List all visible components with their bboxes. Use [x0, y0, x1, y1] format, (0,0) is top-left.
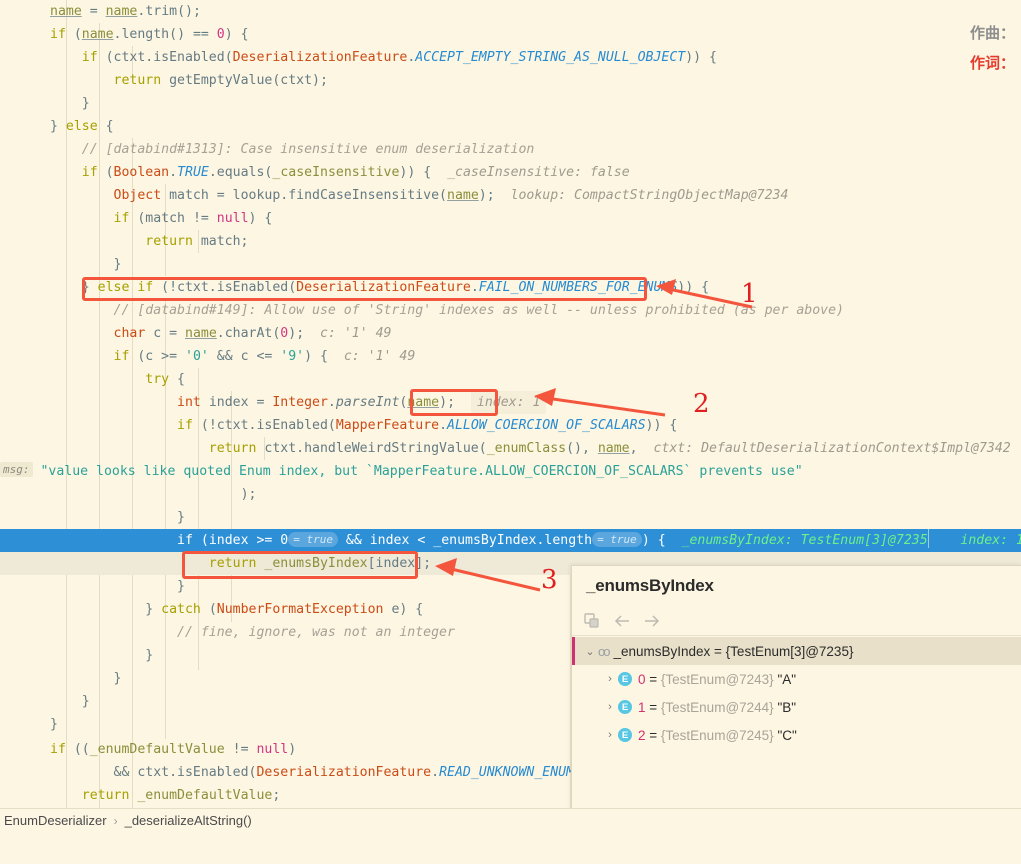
variable-value: {TestEnum[3]@7235}: [725, 643, 854, 659]
code-line-parse-int[interactable]: int index = Integer.parseInt(name); inde…: [0, 391, 1021, 414]
code-line[interactable]: }: [0, 506, 1021, 529]
annotation-number-2: 2: [693, 389, 710, 419]
debugger-variable-tree[interactable]: ⌄ oo _enumsByIndex = {TestEnum[3]@7235} …: [572, 637, 1021, 749]
annotation-number-3: 3: [541, 565, 558, 595]
enums-by-index-hint: _enumsByIndex: TestEnum[3]@7235: [681, 533, 928, 548]
enum-badge-icon: E: [618, 728, 632, 742]
code-line[interactable]: } else {: [0, 115, 1021, 138]
chevron-down-icon[interactable]: ⌄: [582, 645, 598, 658]
code-line[interactable]: if (Boolean.TRUE.equals(_caseInsensitive…: [0, 161, 1021, 184]
code-line[interactable]: );: [0, 483, 1021, 506]
enum-badge-icon: E: [618, 700, 632, 714]
array-icon: oo: [598, 643, 611, 659]
watermark-composer: 作曲：: [969, 24, 1015, 42]
breadcrumb-item-class[interactable]: EnumDeserializer: [4, 813, 107, 828]
code-line[interactable]: return getEmptyValue(ctxt);: [0, 69, 1021, 92]
code-line[interactable]: try {: [0, 368, 1021, 391]
chevron-right-icon[interactable]: ›: [602, 673, 618, 685]
copy-value-icon[interactable]: [582, 611, 602, 631]
code-line[interactable]: return match;: [0, 230, 1021, 253]
status-bar: EnumDeserializer › _deserializeAltString…: [0, 808, 1021, 864]
array-index: 2: [638, 727, 646, 743]
chevron-right-icon[interactable]: ›: [602, 701, 618, 713]
code-line[interactable]: if (match != null) {: [0, 207, 1021, 230]
object-reference: {TestEnum@7245}: [660, 727, 774, 743]
variable-name: _enumsByIndex: [613, 643, 711, 659]
debugger-tree-row[interactable]: › E 0 = {TestEnum@7243} "A": [572, 665, 1021, 693]
debugger-popup-title: _enumsByIndex: [586, 576, 714, 595]
condition-true-chip: = true: [592, 532, 642, 547]
debugger-tree-row[interactable]: ⌄ oo _enumsByIndex = {TestEnum[3]@7235}: [572, 637, 1021, 665]
value-string: "B": [773, 699, 797, 715]
equals-sign: =: [710, 643, 726, 659]
code-line[interactable]: return ctxt.handleWeirdStringValue(_enum…: [0, 437, 1021, 460]
debugger-popup-toolbar[interactable]: [572, 606, 1021, 636]
code-line[interactable]: if (c >= '0' && c <= '9') { c: '1' 49: [0, 345, 1021, 368]
code-line-fail-on-numbers-for-enums[interactable]: } else if (!ctxt.isEnabled(Deserializati…: [0, 276, 1021, 299]
code-line[interactable]: if (ctxt.isEnabled(DeserializationFeatur…: [0, 46, 1021, 69]
annotation-number-1: 1: [741, 279, 758, 309]
watermark: 作曲： 作词：: [970, 18, 1015, 78]
condition-true-chip: = true: [288, 532, 338, 547]
code-line[interactable]: }: [0, 253, 1021, 276]
code-line[interactable]: name = name.trim();: [0, 0, 1021, 23]
code-line[interactable]: if (name.length() == 0) {: [0, 23, 1021, 46]
code-line-msg-hint[interactable]: msg: "value looks like quoted Enum index…: [0, 460, 1021, 483]
object-reference: {TestEnum@7243}: [660, 671, 774, 687]
arrow-right-icon[interactable]: [642, 611, 662, 631]
chevron-right-icon[interactable]: ›: [602, 729, 618, 741]
breadcrumb[interactable]: EnumDeserializer › _deserializeAltString…: [4, 813, 252, 828]
breadcrumb-separator: ›: [113, 813, 118, 828]
watermark-lyricist: 作词：: [969, 54, 1015, 72]
ide-window: name = name.trim(); if (name.length() ==…: [0, 0, 1021, 864]
debugger-tree-row[interactable]: › E 1 = {TestEnum@7244} "B": [572, 693, 1021, 721]
array-index: 1: [638, 699, 646, 715]
enum-badge-icon: E: [618, 672, 632, 686]
equals-sign: =: [645, 727, 661, 743]
code-line[interactable]: Object match = lookup.findCaseInsensitiv…: [0, 184, 1021, 207]
code-line[interactable]: // [databind#1313]: Case insensitive enu…: [0, 138, 1021, 161]
debugger-tree-row[interactable]: › E 2 = {TestEnum@7245} "C": [572, 721, 1021, 749]
breadcrumb-item-method[interactable]: _deserializeAltString(): [125, 813, 252, 828]
equals-sign: =: [645, 699, 661, 715]
value-string: "A": [773, 671, 797, 687]
arrow-left-icon[interactable]: [612, 611, 632, 631]
code-line[interactable]: // [databind#149]: Allow use of 'String'…: [0, 299, 1021, 322]
index-hint: index: 1: [928, 533, 1021, 548]
code-line-current-statement[interactable]: if (index >= 0 = true && index < _enumsBy…: [0, 529, 1021, 552]
index-inline-hint: index: 1: [470, 391, 547, 414]
value-string: "C": [773, 727, 797, 743]
array-index: 0: [638, 671, 646, 687]
msg-label: msg:: [0, 462, 33, 477]
code-line[interactable]: }: [0, 92, 1021, 115]
code-line[interactable]: char c = name.charAt(0); c: '1' 49: [0, 322, 1021, 345]
equals-sign: =: [645, 671, 661, 687]
code-line[interactable]: if (!ctxt.isEnabled(MapperFeature.ALLOW_…: [0, 414, 1021, 437]
object-reference: {TestEnum@7244}: [660, 699, 774, 715]
